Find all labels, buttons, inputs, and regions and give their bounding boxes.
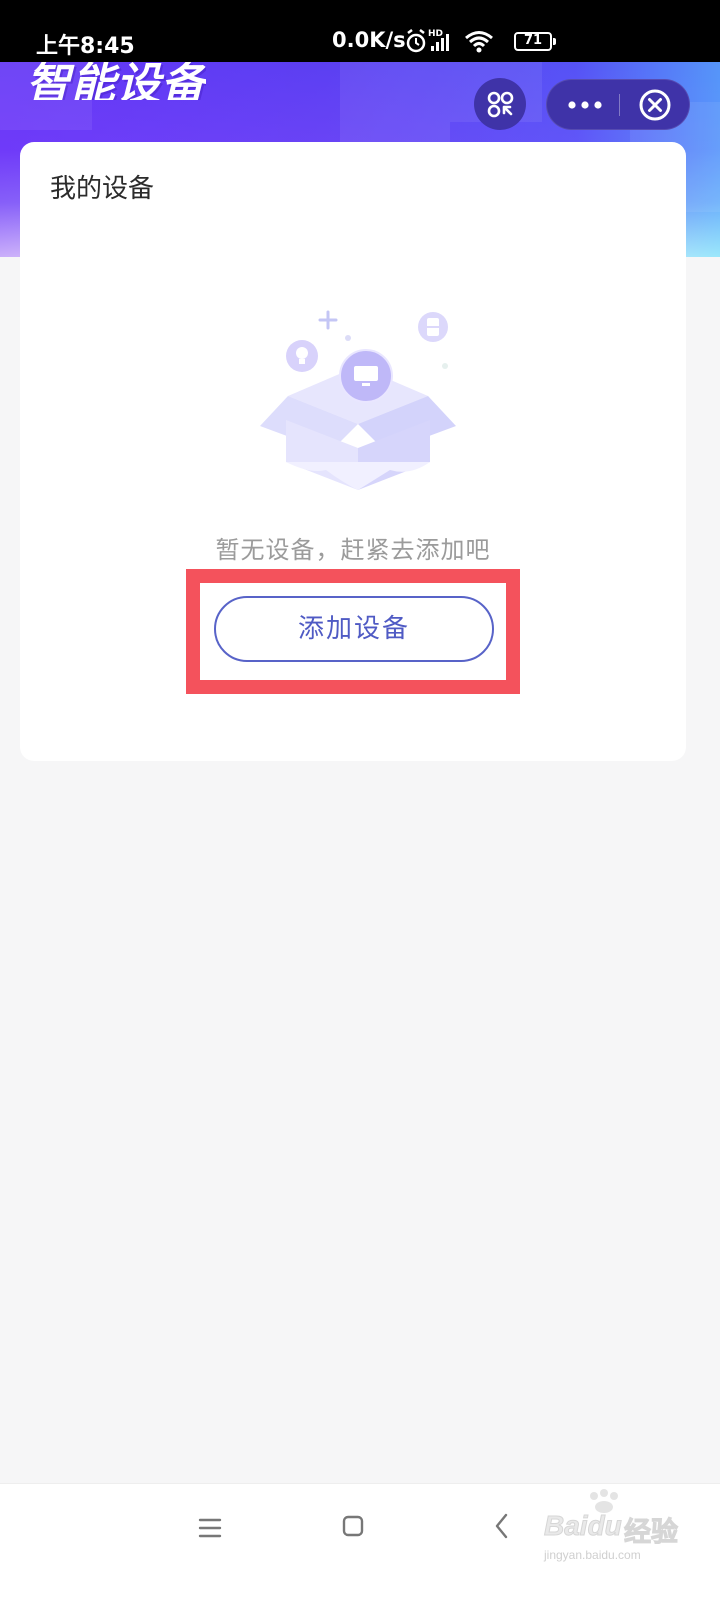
- battery-level: 71: [523, 33, 543, 48]
- page-title: 智能设备: [26, 62, 206, 100]
- battery-icon: 71: [514, 32, 556, 51]
- add-device-button[interactable]: 添加设备: [214, 596, 494, 662]
- empty-state-message: 暂无设备，赶紧去添加吧: [215, 536, 491, 564]
- status-bar: 上午8:45 0.0K/s HD 71: [0, 0, 720, 62]
- scan-button[interactable]: [474, 78, 526, 130]
- alarm-icon: [406, 29, 426, 53]
- menu-lines-icon[interactable]: [196, 1514, 224, 1542]
- card-title: 我的设备: [50, 174, 155, 204]
- watermark-brand-cn: 经验: [624, 1517, 679, 1549]
- back-chevron-icon[interactable]: [488, 1512, 516, 1540]
- scan-icon: [487, 91, 514, 118]
- more-button[interactable]: [547, 80, 619, 129]
- more-dots-icon: [568, 101, 602, 109]
- signal-icon: HD: [428, 29, 449, 51]
- header-decor-tile: [340, 62, 450, 142]
- close-circle-icon: [639, 89, 671, 121]
- wifi-icon: [465, 31, 493, 53]
- empty-box-illustration: [260, 310, 456, 490]
- home-square-icon[interactable]: [339, 1512, 367, 1540]
- watermark-url: jingyan.baidu.com: [544, 1548, 641, 1562]
- watermark-brand: Baidu: [544, 1510, 623, 1542]
- my-devices-card: 我的设备 暂无设备，赶紧去添加吧 添加设备: [20, 142, 686, 761]
- close-button[interactable]: [620, 80, 689, 129]
- network-speed: 0.0K/s: [332, 28, 406, 52]
- mini-program-capsule: [546, 79, 690, 130]
- status-time: 上午8:45: [36, 34, 135, 59]
- status-icons: HD: [406, 29, 493, 53]
- baidu-watermark: Baidu 经验 jingyan.baidu.com: [540, 1488, 710, 1568]
- page-title-text: 智能设备: [26, 62, 206, 100]
- hd-label: HD: [428, 29, 443, 39]
